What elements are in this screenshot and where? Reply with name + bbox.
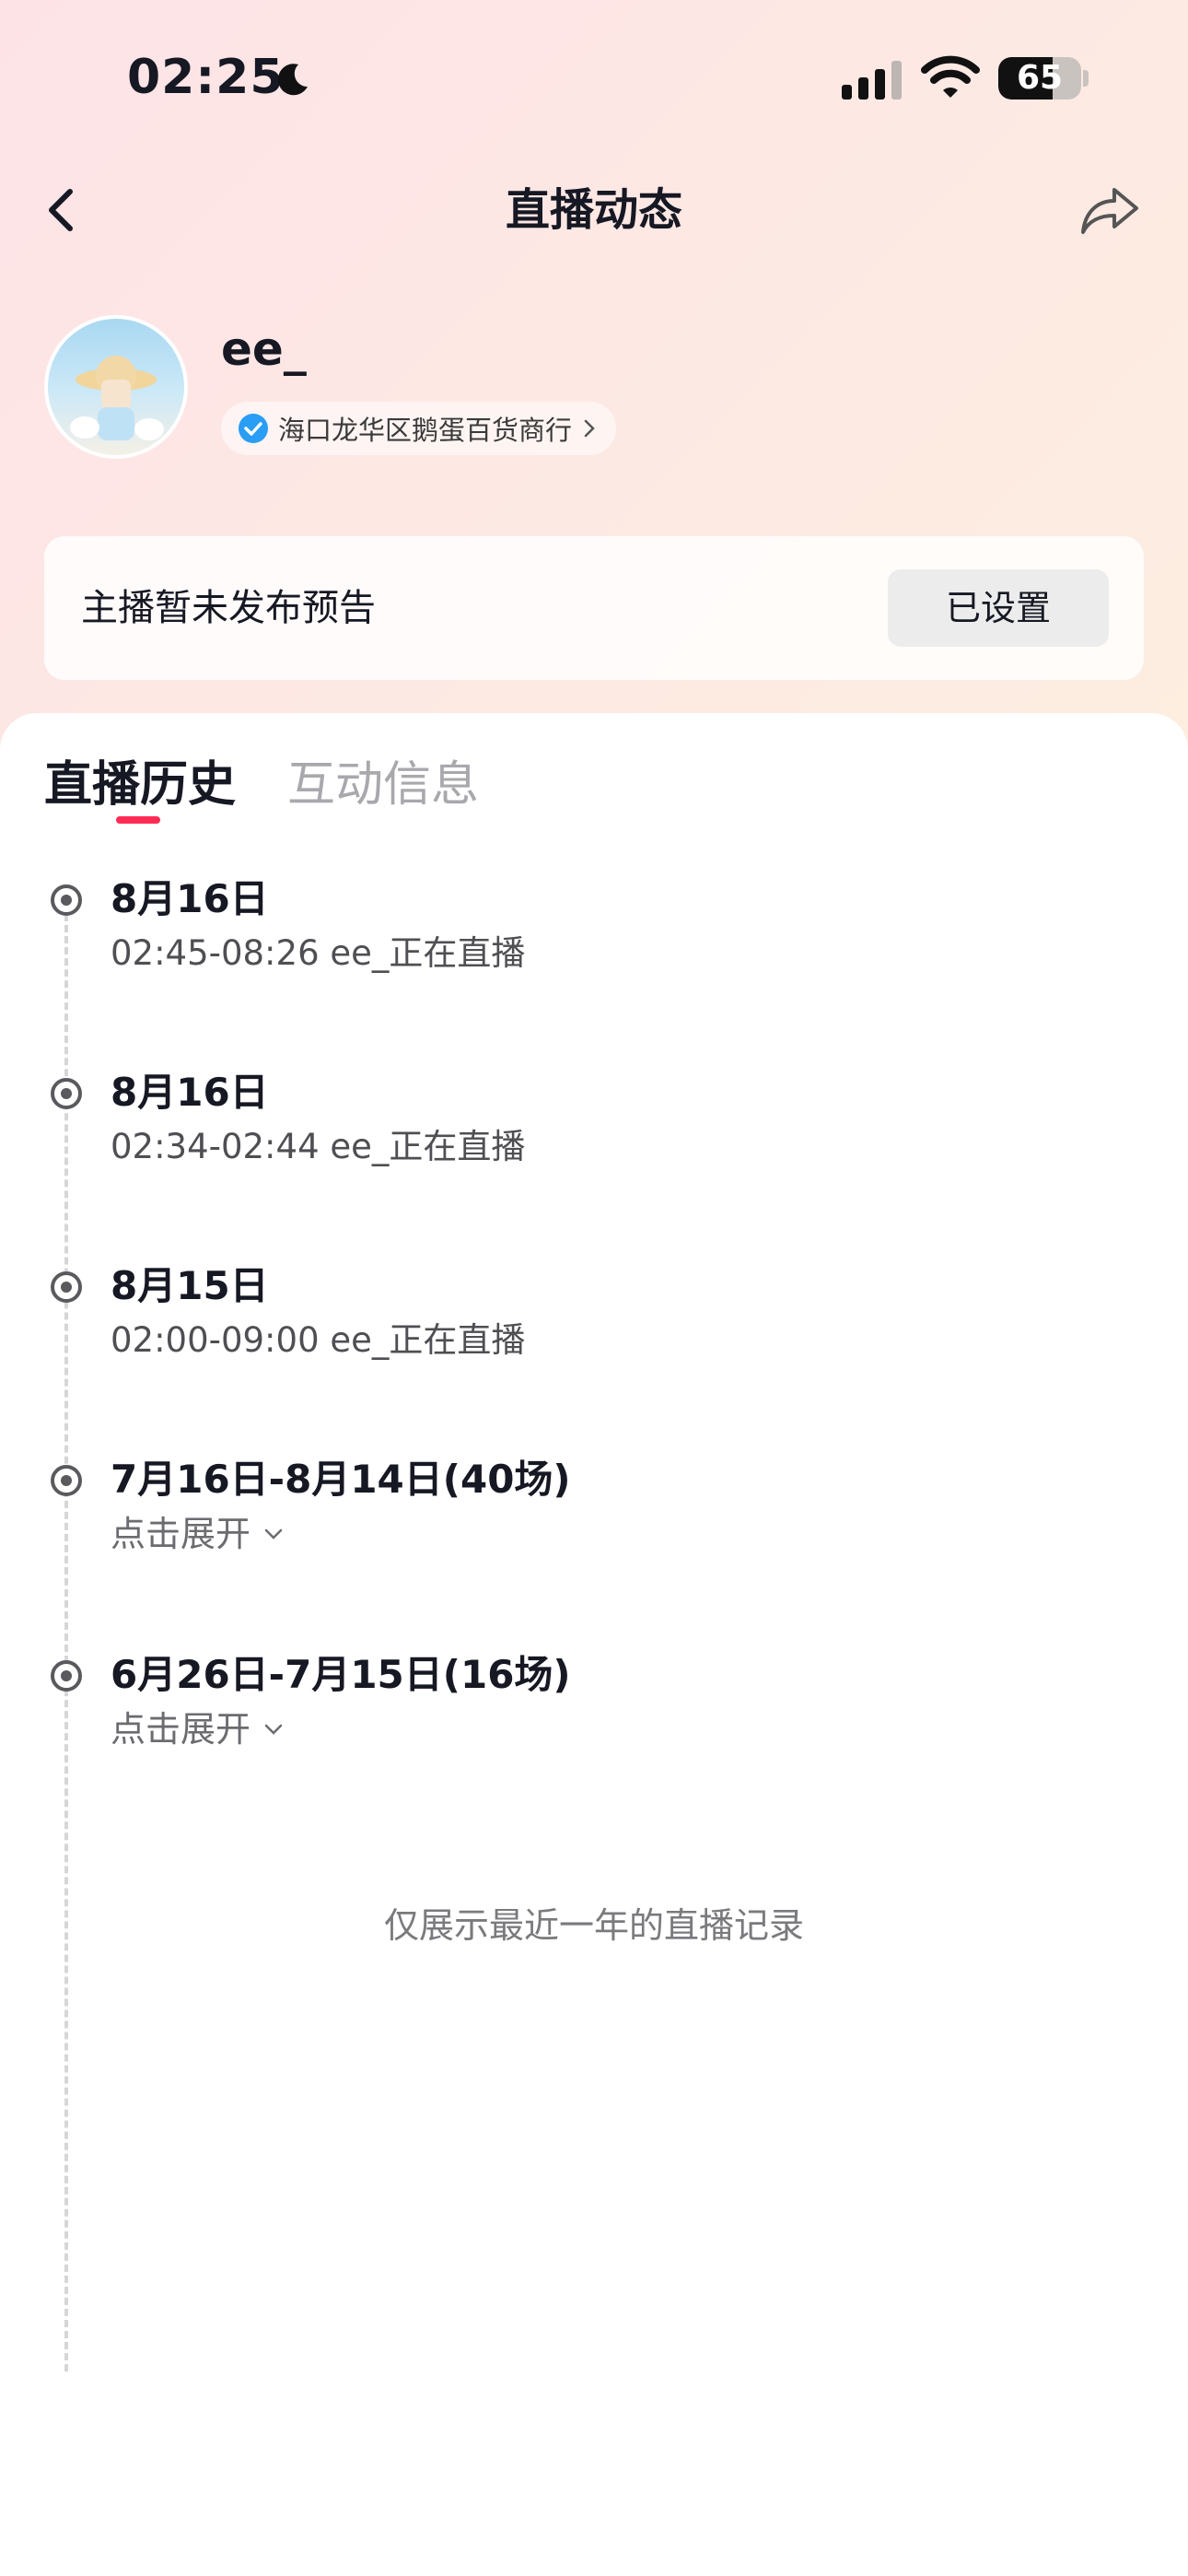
shop-tag[interactable]: 海口龙华区鹅蛋百货商行: [221, 402, 617, 455]
timeline-dot: [51, 1465, 82, 1496]
history-detail: 02:45-08:26 ee_正在直播: [111, 933, 526, 973]
tab-live-history[interactable]: 直播历史: [44, 752, 236, 818]
battery-percent: 65: [1016, 59, 1064, 97]
notice-text: 主播暂未发布预告: [81, 587, 376, 629]
set-button[interactable]: 已设置: [888, 569, 1109, 647]
history-detail: 02:00-09:00 ee_正在直播: [111, 1320, 526, 1360]
footer-note: 仅展示最近一年的直播记录: [383, 1905, 804, 1946]
history-detail: 02:34-02:44 ee_正在直播: [111, 1127, 526, 1166]
status-time: 02:25: [127, 50, 285, 105]
timeline-dot: [51, 1271, 82, 1303]
expand-button[interactable]: 点击展开: [111, 1706, 284, 1752]
chevron-down-icon: [264, 1528, 283, 1540]
share-icon[interactable]: [1077, 181, 1142, 240]
expand-label: 点击展开: [111, 1514, 251, 1554]
tab-indicator: [116, 816, 160, 824]
timeline-dot: [51, 1660, 82, 1692]
live-preview-notice-card: 主播暂未发布预告 已设置: [44, 536, 1144, 680]
history-sheet: 直播历史 互动信息 8月16日 02:45-08:26 ee_正在直播 8月16…: [0, 713, 1188, 2576]
tab-interaction-info[interactable]: 互动信息: [287, 752, 479, 818]
chevron-right-icon: [584, 419, 595, 438]
wifi-icon: [921, 55, 980, 98]
history-date-range: 7月16日-8月14日(40场): [111, 1457, 571, 1502]
history-date: 8月16日: [111, 876, 269, 921]
expand-label: 点击展开: [111, 1709, 251, 1750]
page-title: 直播动态: [505, 184, 682, 236]
history-date-range: 6月26日-7月15日(16场): [111, 1652, 571, 1697]
verified-icon: [239, 414, 268, 443]
moon-icon: [277, 64, 308, 96]
avatar-illustration: [70, 356, 164, 440]
shop-name: 海口龙华区鹅蛋百货商行: [278, 415, 573, 446]
battery-icon: 65: [998, 57, 1081, 100]
expand-button[interactable]: 点击展开: [111, 1511, 284, 1557]
timeline-dot: [51, 884, 82, 916]
chevron-down-icon: [264, 1724, 283, 1735]
username: ee_: [221, 322, 307, 376]
history-date: 8月16日: [111, 1070, 269, 1115]
timeline-dot: [51, 1078, 82, 1109]
cellular-signal-icon: [842, 61, 902, 100]
timeline-line: [64, 903, 68, 2371]
history-date: 8月15日: [111, 1263, 269, 1308]
avatar[interactable]: [44, 315, 188, 459]
battery-cap: [1083, 70, 1089, 87]
